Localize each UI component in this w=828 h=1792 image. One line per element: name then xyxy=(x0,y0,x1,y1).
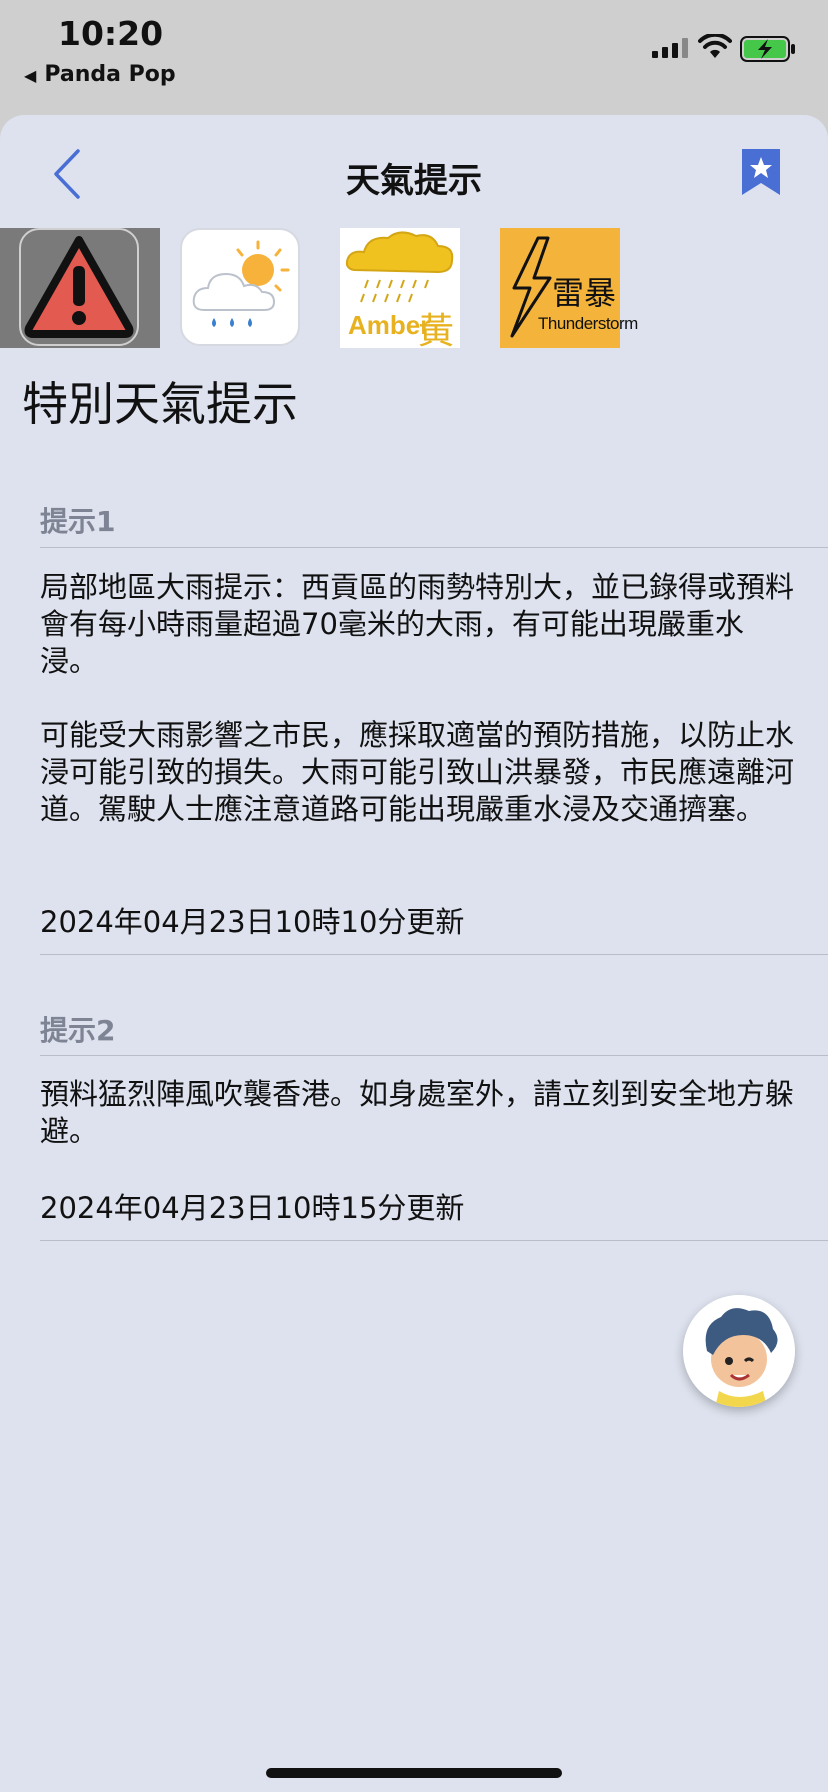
status-time: 10:20 xyxy=(58,14,164,53)
divider xyxy=(40,954,828,955)
thunderstorm-warning-tile[interactable]: 雷暴 Thunderstorm xyxy=(500,228,638,348)
amber-rainstorm-tile[interactable]: Amber 黃 xyxy=(340,228,460,352)
page-title: 天氣提示 xyxy=(346,161,482,201)
kid-avatar-icon xyxy=(683,1295,795,1407)
thunderstorm-label-zh: 雷暴 xyxy=(552,274,617,312)
rain-forecast-tile[interactable] xyxy=(180,228,300,346)
special-weather-tips-tile[interactable] xyxy=(0,228,160,348)
sun-cloud-rain-icon xyxy=(192,240,290,327)
wifi-icon xyxy=(698,34,732,58)
divider xyxy=(40,547,828,548)
battery-charging-icon xyxy=(740,36,795,62)
thunderstorm-label: Thunderstorm xyxy=(538,314,638,333)
back-triangle-icon: ◀ xyxy=(24,66,37,85)
home-indicator xyxy=(266,1768,562,1778)
alert-2-label: 提示2 xyxy=(40,1014,116,1047)
warning-triangle-icon xyxy=(24,236,134,338)
alert-2-updated-time: 2024年04月23日10時15分更新 xyxy=(40,1191,465,1225)
back-app-label: Panda Pop xyxy=(44,62,176,87)
cellular-signal-icon xyxy=(652,38,688,58)
alert-1-label: 提示1 xyxy=(40,505,116,538)
amber-rain-cloud-icon xyxy=(345,231,454,303)
navigation-bar: 天氣提示 xyxy=(0,115,828,225)
section-heading: 特別天氣提示 xyxy=(22,377,298,431)
assistant-avatar-button[interactable] xyxy=(683,1295,795,1407)
alert-1-paragraph-2: 可能受大雨影響之市民，應採取適當的預防措施，以防止水浸可能引致的損失。大雨可能引… xyxy=(40,718,795,826)
amber-label-zh: 黃 xyxy=(418,311,455,352)
alert-2-paragraph-1: 預料猛烈陣風吹襲香港。如身處室外，請立刻到安全地方躲避。 xyxy=(40,1077,795,1148)
back-to-app-link[interactable]: ◀ Panda Pop xyxy=(24,62,176,87)
warning-icon-row: Amber 黃 雷暴 Thunderstorm xyxy=(0,228,828,352)
weather-alerts-sheet: 天氣提示 Amber 黃 雷暴 Thunderstorm 特別天氣提示 提示1 … xyxy=(0,115,828,1792)
status-bar: 10:20 ◀ Panda Pop xyxy=(0,0,828,112)
alert-1-paragraph-1: 局部地區大雨提示：西貢區的雨勢特別大，並已錄得或預料會有每小時雨量超過70毫米的… xyxy=(40,570,795,678)
divider xyxy=(40,1055,828,1056)
divider xyxy=(40,1240,828,1241)
bookmark-star-icon[interactable] xyxy=(740,147,782,197)
alert-1-updated-time: 2024年04月23日10時10分更新 xyxy=(40,905,465,939)
